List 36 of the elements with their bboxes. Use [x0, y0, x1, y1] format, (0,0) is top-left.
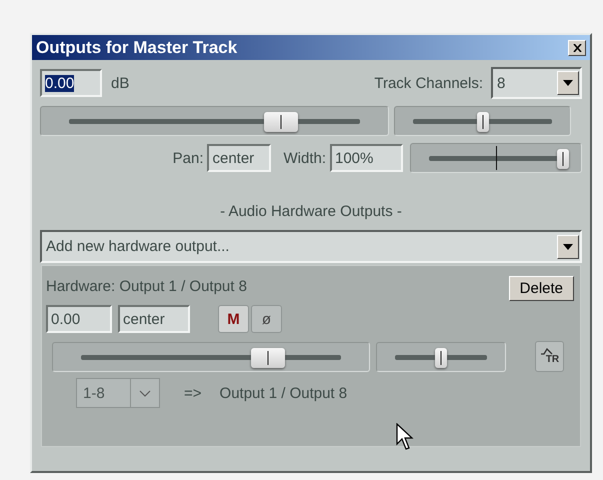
- close-icon: [572, 44, 582, 52]
- slider-thumb[interactable]: [435, 348, 447, 368]
- volume-slider[interactable]: [40, 106, 389, 136]
- window-title: Outputs for Master Track: [36, 38, 238, 58]
- envelope-icon: [540, 348, 552, 355]
- phase-button[interactable]: ø: [251, 305, 282, 333]
- hardware-title: Hardware: Output 1 / Output 8: [46, 278, 247, 295]
- volume-value: 0.00: [45, 74, 74, 92]
- track-channels-label: Track Channels:: [374, 74, 483, 92]
- track-channels-dropdown[interactable]: 8: [491, 67, 582, 99]
- width-label: Width:: [283, 150, 326, 166]
- slider-thumb[interactable]: [251, 348, 286, 368]
- section-title: - Audio Hardware Outputs -: [219, 203, 403, 220]
- mouse-cursor-icon: [396, 423, 416, 451]
- pan-field[interactable]: center: [207, 144, 272, 172]
- volume-field[interactable]: 0.00: [40, 69, 102, 97]
- add-output-dropdown[interactable]: Add new hardware output...: [40, 230, 582, 263]
- slider-thumb[interactable]: [557, 149, 569, 169]
- delete-button[interactable]: Delete: [508, 276, 574, 301]
- volume-field[interactable]: 0.00: [46, 305, 112, 333]
- unit-label: dB: [111, 74, 130, 92]
- pan-field[interactable]: center: [118, 305, 190, 333]
- destination-label: Output 1 / Output 8: [220, 384, 348, 402]
- mute-button[interactable]: M: [218, 305, 249, 333]
- pan-slider[interactable]: [394, 106, 571, 136]
- pan-slider[interactable]: [376, 342, 506, 372]
- pan-label: Pan:: [172, 150, 204, 166]
- channel-dropdown[interactable]: 1-8: [76, 378, 160, 408]
- width-slider[interactable]: [410, 143, 582, 173]
- volume-slider[interactable]: [52, 342, 370, 372]
- slider-thumb[interactable]: [476, 112, 488, 132]
- arrow-text: =>: [184, 384, 202, 402]
- slider-thumb[interactable]: [264, 112, 298, 132]
- automation-button[interactable]: TR: [535, 341, 564, 372]
- width-field[interactable]: 100%: [330, 144, 403, 172]
- close-button[interactable]: [568, 40, 586, 56]
